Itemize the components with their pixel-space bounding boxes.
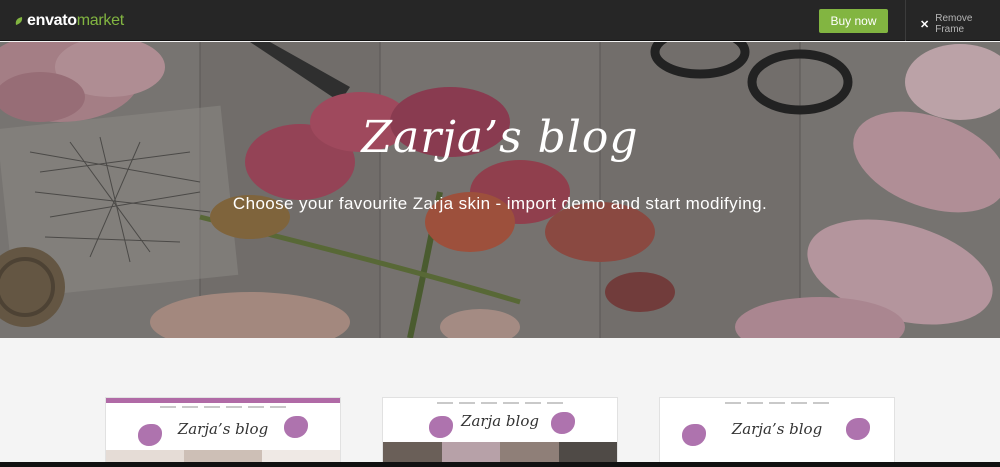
hero-background-image (0, 42, 1000, 338)
remove-frame-button[interactable]: ✕ Remove Frame (920, 13, 1000, 35)
envato-market-logo[interactable]: envato market (14, 11, 124, 31)
skin-card-3[interactable]: Zarja’s blog (659, 397, 895, 467)
logo-brand-text: envato (27, 12, 77, 29)
card-blog-title: Zarja blog (461, 412, 539, 430)
close-icon: ✕ (920, 18, 930, 31)
leaf-icon (15, 17, 23, 25)
envato-topbar: envato market Buy now ✕ Remove Frame (0, 0, 1000, 41)
os-taskbar-edge (0, 462, 1000, 467)
card-nav (146, 406, 300, 409)
skin-card-1[interactable]: Zarja’s blog (105, 397, 341, 467)
card-nav (700, 402, 854, 405)
watercolor-splash-right (551, 412, 575, 434)
card-top-strip (106, 398, 340, 403)
logo-market-text: market (76, 12, 124, 29)
hero-subtitle: Choose your favourite Zarja skin - impor… (232, 194, 768, 213)
hero-title: Zarja’s blog (361, 112, 639, 163)
topbar-divider (905, 0, 906, 41)
remove-frame-label: Remove Frame (935, 13, 973, 35)
skins-section: Zarja’s blog Zarja blog Zarja’s blog (0, 338, 1000, 467)
hero-banner: Zarja’s blog Choose your favourite Zarja… (0, 42, 1000, 338)
buy-now-button[interactable]: Buy now (819, 9, 888, 33)
card-nav (423, 402, 577, 405)
skin-card-2[interactable]: Zarja blog (382, 397, 618, 467)
